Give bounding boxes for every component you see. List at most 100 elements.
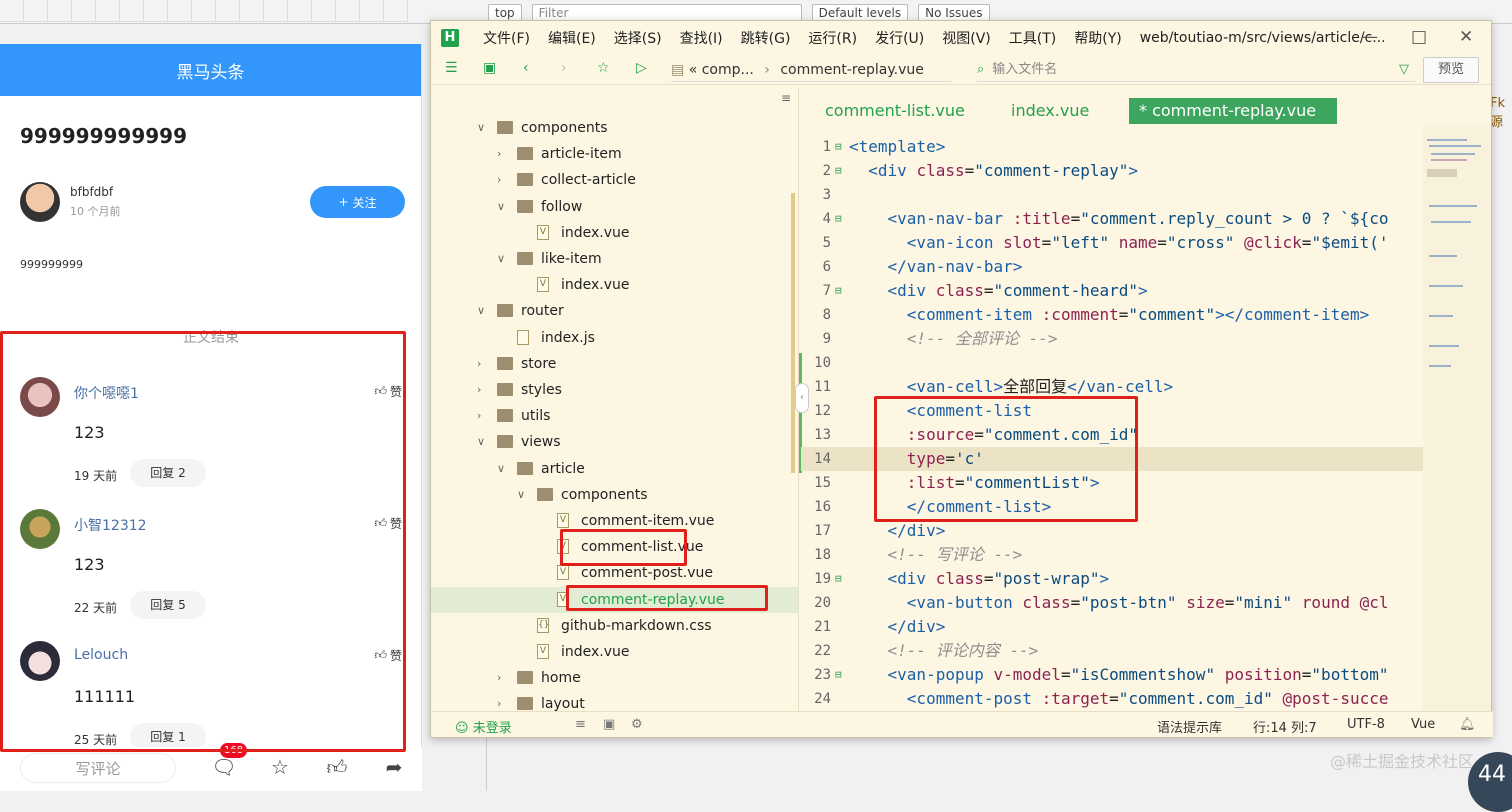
tree-item[interactable]: › article-item [431, 141, 798, 167]
new-file-icon[interactable]: ☰ [445, 60, 458, 76]
folder-icon [497, 304, 513, 318]
tree-item[interactable]: ∨ components [431, 115, 798, 141]
menu-item[interactable]: 发行(U) [875, 28, 924, 48]
chevron-right-icon[interactable]: › [477, 377, 481, 403]
author-avatar[interactable] [20, 182, 60, 222]
tree-item[interactable]: › styles [431, 377, 798, 403]
tree-item[interactable]: ∨ follow [431, 194, 798, 220]
author-name: bfbfdbf [70, 185, 114, 199]
tree-item[interactable]: index.js [431, 325, 798, 351]
cursor-position[interactable]: 行:14 列:7 [1253, 717, 1317, 736]
encoding[interactable]: UTF-8 [1347, 717, 1385, 732]
tree-item-label: index.vue [561, 644, 630, 660]
chevron-down-icon[interactable]: ∨ [497, 246, 505, 272]
maximize-icon[interactable]: □ [1411, 27, 1427, 47]
chevron-down-icon[interactable]: ∨ [517, 482, 525, 508]
run-icon[interactable]: ▷ [636, 60, 647, 76]
star-icon[interactable]: ☆ [266, 753, 294, 781]
back-icon[interactable]: ‹ [523, 60, 529, 76]
folder-icon [517, 199, 533, 213]
language-mode[interactable]: Vue [1411, 717, 1435, 732]
tree-item-label: index.vue [561, 224, 630, 241]
bookmark-star-icon[interactable]: ☆ [597, 60, 610, 76]
user-icon: ☺ [455, 721, 469, 736]
folder-icon [497, 383, 513, 396]
chevron-right-icon[interactable]: › [477, 403, 481, 429]
tree-item[interactable]: › layout [431, 691, 798, 713]
tree-item[interactable]: › store [431, 351, 798, 377]
menu-item[interactable]: 工具(T) [1009, 28, 1056, 48]
plugin-icon[interactable]: ⚙ [631, 717, 643, 732]
editor-tabs: comment-list.vue index.vue * comment-rep… [801, 87, 1491, 125]
share-icon[interactable]: ➦ [380, 753, 408, 781]
tree-item[interactable]: › collect-article [431, 167, 798, 193]
file-icon: V [537, 224, 549, 240]
file-icon: V [557, 513, 569, 528]
minimap[interactable] [1423, 125, 1491, 713]
follow-button[interactable]: + 关注 [310, 186, 405, 218]
filter-icon[interactable]: ▽ [1399, 58, 1409, 82]
menu-bar: H 文件(F) 编辑(E) 选择(S) 查找(I) 跳转(G) 运行(R) 发行(U) 视图(… [431, 21, 1491, 55]
folder-icon [497, 409, 513, 423]
tree-item[interactable]: Vindex.vue [431, 639, 798, 665]
tree-item[interactable]: ∨ like-item [431, 246, 798, 272]
tree-menu-icon[interactable]: ≡ [781, 91, 791, 105]
tree-item-label: github-markdown.css [561, 617, 712, 634]
highlight-box [0, 331, 406, 752]
chevron-down-icon[interactable]: ∨ [497, 456, 505, 482]
menu-item[interactable]: 查找(I) [680, 28, 723, 48]
folder-icon [537, 487, 553, 501]
syntax-hint[interactable]: 语法提示库 [1157, 717, 1222, 736]
menu-item[interactable]: 视图(V) [942, 28, 991, 48]
chevron-right-icon[interactable]: › [497, 141, 501, 167]
corner-badge[interactable]: 44 [1468, 752, 1512, 812]
tab-index[interactable]: index.vue [1011, 98, 1089, 124]
menu-item[interactable]: 文件(F) [483, 28, 530, 48]
chevron-down-icon[interactable]: ∨ [477, 115, 485, 141]
tree-item-label: router [521, 303, 564, 320]
minimize-icon[interactable]: — [1361, 27, 1378, 47]
tree-item-label: index.vue [561, 277, 630, 294]
breadcrumb-current[interactable]: comment-replay.vue [780, 62, 924, 78]
login-status[interactable]: ☺ 未登录 [455, 717, 512, 736]
folder-icon [517, 252, 533, 265]
terminal-icon[interactable]: ▣ [603, 717, 615, 732]
forward-icon[interactable]: › [561, 60, 567, 76]
menu-items: 文件(F) 编辑(E) 选择(S) 查找(I) 跳转(G) 运行(R) 发行(U) 视图(V)… [483, 28, 1122, 48]
chevron-down-icon[interactable]: ∨ [477, 298, 485, 324]
tree-item[interactable]: Vindex.vue [431, 220, 798, 246]
file-search-input[interactable]: ⌕ 输入文件名 ▽ [977, 58, 1415, 82]
breadcrumb-parent[interactable]: « comp... [689, 62, 754, 78]
tree-item[interactable]: ∨ article [431, 456, 798, 482]
chevron-right-icon[interactable]: › [477, 351, 481, 377]
tab-comment-replay[interactable]: * comment-replay.vue [1129, 98, 1337, 124]
search-icon: ⌕ [977, 62, 985, 77]
list-icon[interactable]: ≡ [575, 717, 586, 732]
tree-item[interactable]: ∨ views [431, 429, 798, 455]
menu-item[interactable]: 帮助(Y) [1074, 28, 1121, 48]
chevron-down-icon[interactable]: ∨ [477, 429, 485, 455]
preview-button[interactable]: 预览 [1423, 57, 1479, 83]
save-icon[interactable]: ▣ [483, 60, 496, 76]
close-icon[interactable]: ✕ [1459, 27, 1473, 47]
tree-item[interactable]: ∨ components [431, 482, 798, 508]
tree-item[interactable]: Vindex.vue [431, 272, 798, 298]
menu-item[interactable]: 跳转(G) [741, 28, 791, 48]
chevron-right-icon[interactable]: › [497, 665, 501, 691]
bell-icon[interactable]: 🔔︎ [1459, 717, 1476, 732]
tree-item[interactable]: › utils [431, 403, 798, 429]
menu-item[interactable]: 运行(R) [808, 28, 857, 48]
chevron-down-icon[interactable]: ∨ [497, 194, 505, 220]
tab-comment-list[interactable]: comment-list.vue [825, 98, 965, 124]
write-comment-button[interactable]: 写评论 [20, 753, 176, 783]
highlight-box [566, 585, 768, 611]
chevron-right-icon[interactable]: › [497, 691, 501, 713]
tree-item[interactable]: ∨ router [431, 298, 798, 324]
menu-item[interactable]: 选择(S) [614, 28, 662, 48]
breadcrumb: ▤ « comp... › comment-replay.vue [671, 58, 951, 82]
thumb-up-icon[interactable]: 👍︎ [323, 753, 351, 781]
tree-item[interactable]: › home [431, 665, 798, 691]
chevron-right-icon[interactable]: › [497, 167, 501, 193]
menu-item[interactable]: 编辑(E) [548, 28, 596, 48]
tree-item[interactable]: {} github-markdown.css [431, 613, 798, 639]
